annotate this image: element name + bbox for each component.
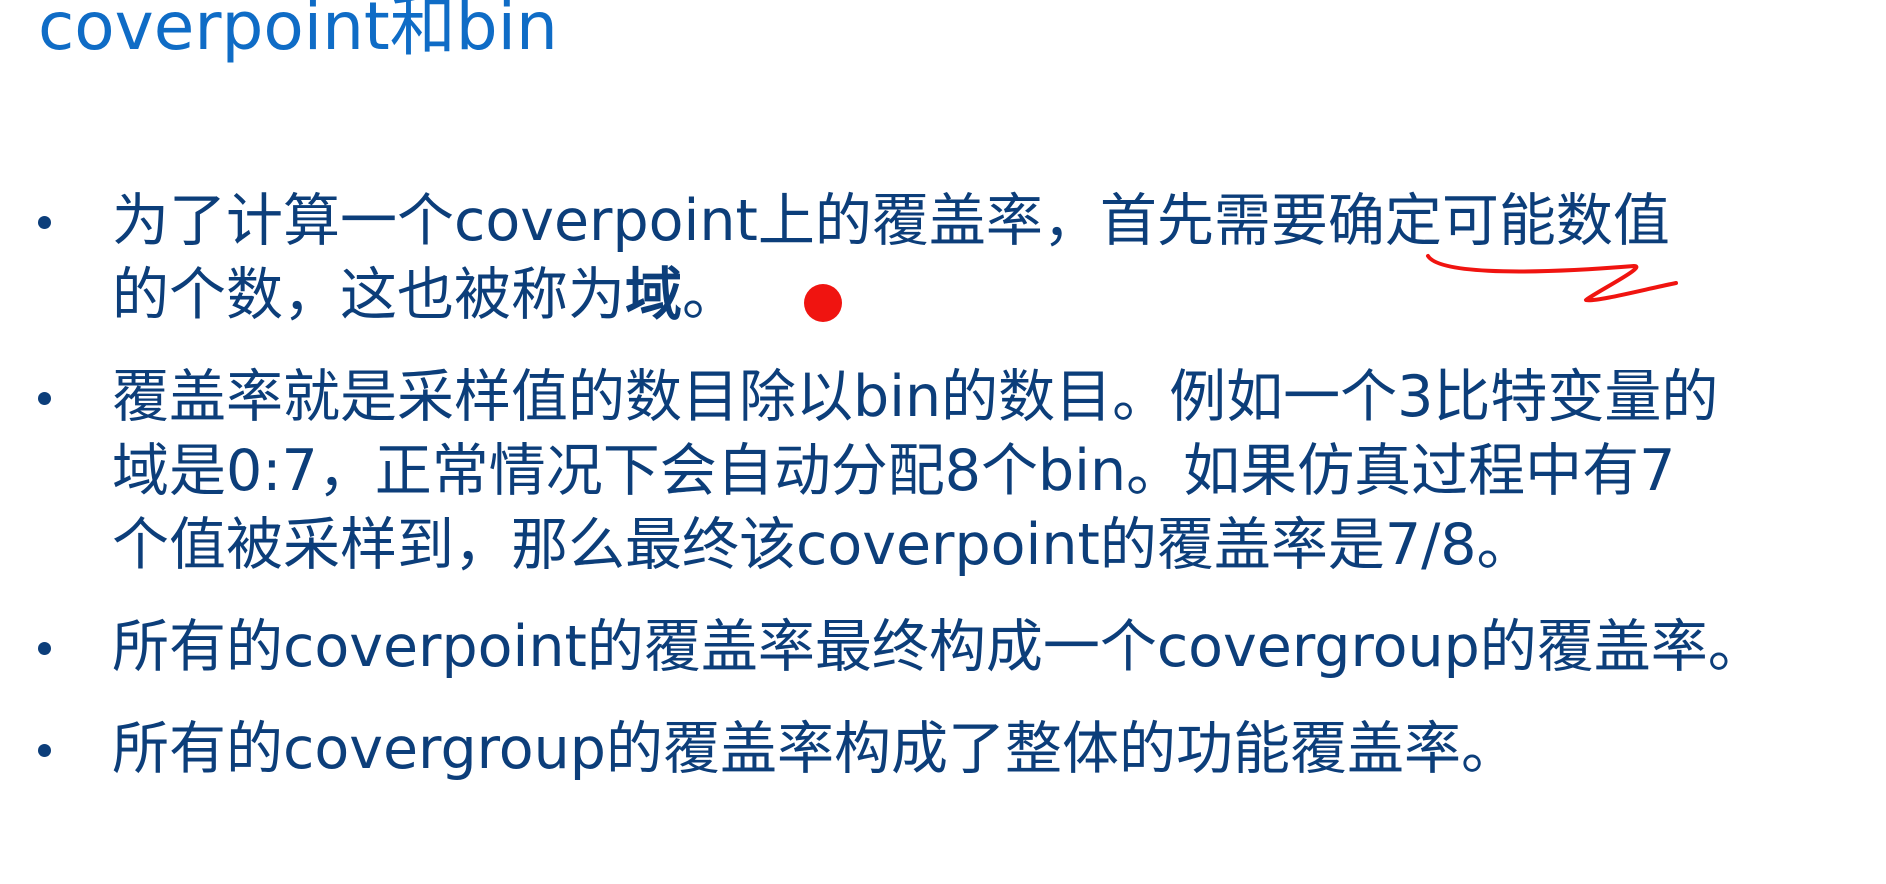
bullet-text: 。 [682, 262, 739, 328]
slide: coverpoint和bin 为了计算一个coverpoint上的覆盖率，首先需… [0, 0, 1886, 884]
bullet-dot-icon [38, 744, 51, 757]
bullet-line: 所有的coverpoint的覆盖率最终构成一个covergroup的覆盖率。 [112, 614, 1765, 680]
pen-stroke [1426, 254, 1678, 303]
bullet-text: 的个数，这也被称为 [112, 262, 625, 328]
bullet-item: 所有的coverpoint的覆盖率最终构成一个covergroup的覆盖率。 [0, 610, 1852, 684]
slide-title: coverpoint和bin [38, 0, 558, 65]
bullet-dot-icon [38, 642, 51, 655]
bullet-dot-icon [38, 216, 51, 229]
bullet-line: 个值被采样到，那么最终该coverpoint的覆盖率是7/8。 [112, 512, 1534, 578]
bullet-line: 覆盖率就是采样值的数目除以bin的数目。例如一个3比特变量的 [112, 364, 1719, 430]
bold-term: 域 [625, 262, 682, 328]
bullet-line: 域是0:7，正常情况下会自动分配8个bin。如果仿真过程中有7 [112, 438, 1676, 504]
bullet-dot-icon [38, 392, 51, 405]
bullet-line: 所有的covergroup的覆盖率构成了整体的功能覆盖率。 [112, 716, 1518, 782]
bullet-item: 覆盖率就是采样值的数目除以bin的数目。例如一个3比特变量的 域是0:7，正常情… [0, 360, 1852, 582]
bullet-item: 所有的covergroup的覆盖率构成了整体的功能覆盖率。 [0, 712, 1852, 786]
laser-pointer-dot-icon [804, 284, 842, 322]
pen-underline-annotation-icon [1426, 254, 1678, 303]
